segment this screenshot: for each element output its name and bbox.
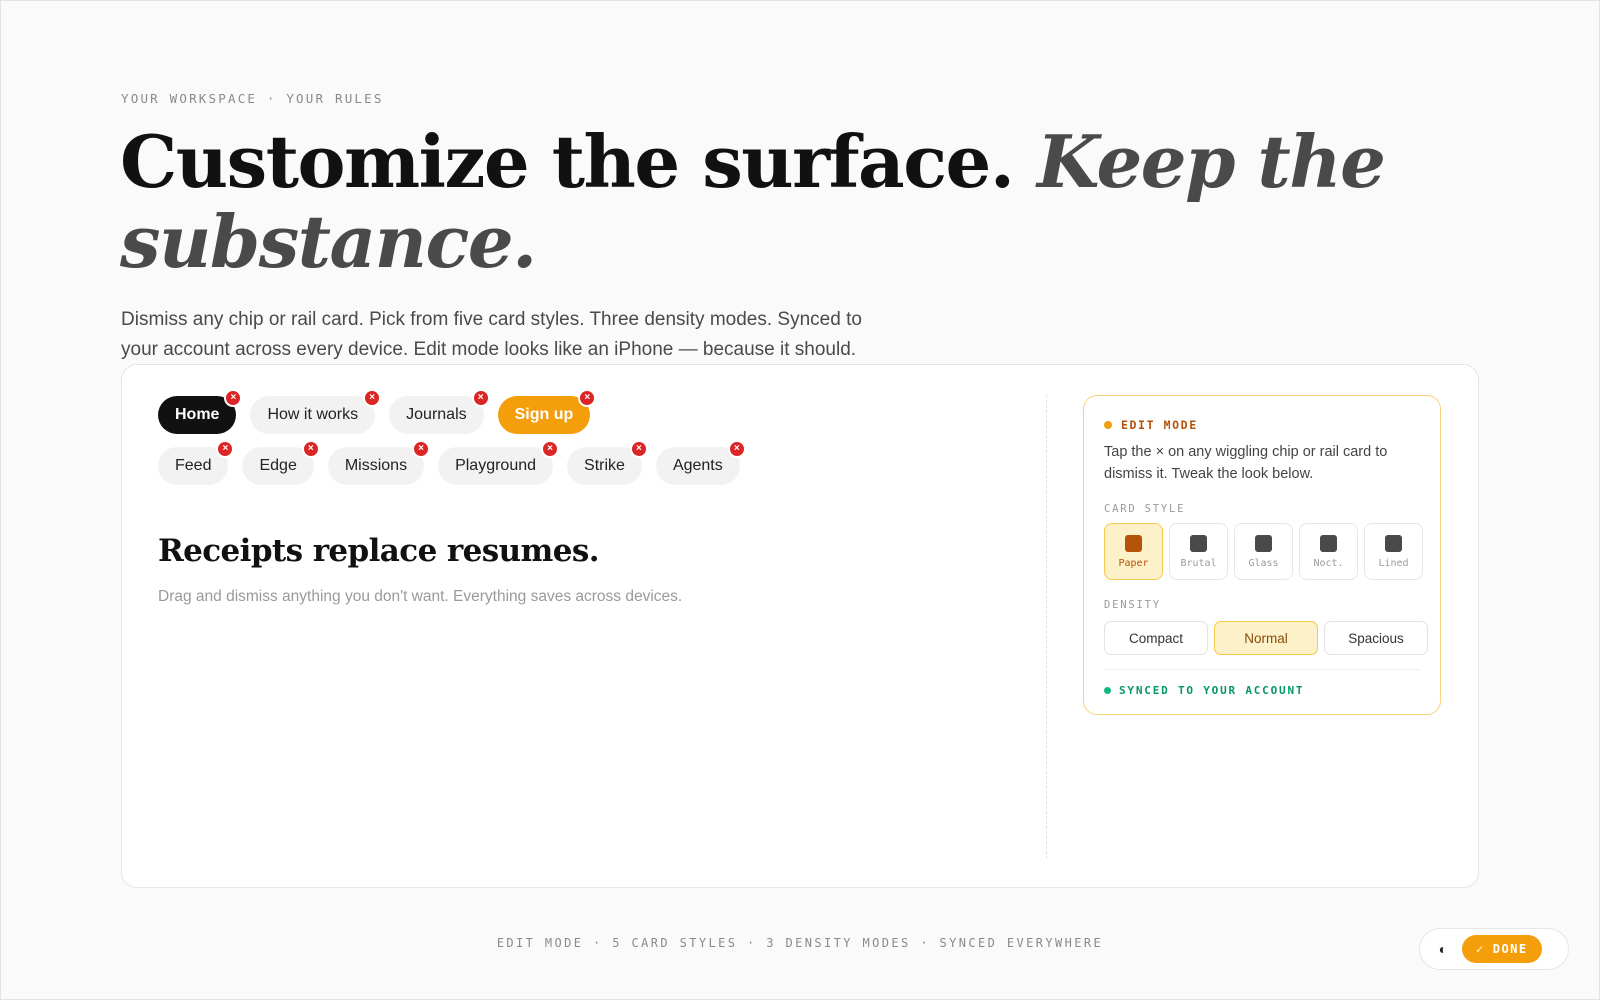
sync-status: SYNCED TO YOUR ACCOUNT bbox=[1104, 684, 1304, 697]
theme-toggle-icon[interactable]: ◐ bbox=[1436, 941, 1450, 957]
headline-plain: Customize the surface. bbox=[120, 119, 1037, 204]
edit-mode-description: Tap the × on any wiggling chip or rail c… bbox=[1104, 444, 1388, 482]
chip-how-it-works[interactable]: How it works × bbox=[250, 389, 382, 434]
dismiss-icon[interactable]: × bbox=[301, 440, 320, 458]
chip-label: Strike bbox=[584, 457, 625, 474]
chip-missions[interactable]: Missions × bbox=[327, 440, 431, 485]
hero-lede: Dismiss any chip or rail card. Pick from… bbox=[121, 309, 862, 360]
status-dot-icon bbox=[1104, 421, 1112, 429]
chip-label: Missions bbox=[344, 457, 408, 474]
dismiss-icon[interactable]: × bbox=[727, 440, 746, 458]
chip-label: How it works bbox=[267, 406, 359, 423]
card-style-name: Noct. bbox=[1313, 558, 1344, 569]
card-style-options: Paper Brutal Glass Noct. Lined bbox=[1104, 523, 1423, 580]
edit-mode-header: EDIT MODE bbox=[1104, 418, 1198, 432]
swatch-icon bbox=[1385, 535, 1402, 552]
edit-mode-title: EDIT MODE bbox=[1121, 418, 1198, 432]
dismiss-icon[interactable]: × bbox=[578, 389, 597, 407]
chip-agents[interactable]: Agents × bbox=[655, 440, 746, 485]
card-style-name: Lined bbox=[1378, 558, 1409, 569]
card-style-label: CARD STYLE bbox=[1104, 503, 1186, 515]
content-subtitle: Drag and dismiss anything you don't want… bbox=[158, 588, 683, 605]
card-style-brutal[interactable]: Brutal bbox=[1169, 523, 1228, 580]
chip-label: Edge bbox=[259, 457, 297, 474]
chip-label: Agents bbox=[672, 457, 723, 474]
density-normal-button[interactable]: Normal bbox=[1214, 621, 1318, 655]
hero-eyebrow: YOUR WORKSPACE · YOUR RULES bbox=[121, 91, 384, 106]
chip-label: Home bbox=[175, 406, 220, 423]
swatch-icon bbox=[1190, 535, 1207, 552]
done-button[interactable]: ✓ DONE bbox=[1462, 935, 1542, 963]
dismiss-icon[interactable]: × bbox=[224, 389, 243, 407]
content-title: Receipts replace resumes. bbox=[158, 533, 600, 569]
swatch-icon bbox=[1255, 535, 1272, 552]
chip-playground[interactable]: Playground × bbox=[438, 440, 560, 485]
panel-separator bbox=[1104, 669, 1420, 670]
workspace-preview: Home × How it works × Journals × Sign up… bbox=[121, 364, 1479, 888]
sync-dot-icon bbox=[1104, 687, 1111, 694]
card-style-name: Glass bbox=[1248, 558, 1279, 569]
card-style-lined[interactable]: Lined bbox=[1364, 523, 1423, 580]
footer-tagline: EDIT MODE · 5 CARD STYLES · 3 DENSITY MO… bbox=[496, 936, 1104, 950]
density-label: DENSITY bbox=[1104, 599, 1161, 611]
chip-edge[interactable]: Edge × bbox=[242, 440, 320, 485]
chip-label: Feed bbox=[175, 457, 212, 474]
panel-divider bbox=[1046, 395, 1047, 859]
density-options: Compact Normal Spacious bbox=[1104, 621, 1428, 655]
dismiss-icon[interactable]: × bbox=[216, 440, 235, 458]
card-style-noct[interactable]: Noct. bbox=[1299, 523, 1358, 580]
chip-label: Playground bbox=[455, 457, 537, 474]
hero-headline: Customize the surface. Keep the substanc… bbox=[120, 122, 1520, 282]
chip-feed[interactable]: Feed × bbox=[158, 440, 235, 485]
check-icon: ✓ bbox=[1476, 942, 1485, 956]
card-style-glass[interactable]: Glass bbox=[1234, 523, 1293, 580]
floating-toolbar: ◐ ✓ DONE bbox=[1419, 928, 1569, 970]
chip-row-primary: Home × How it works × Journals × Sign up… bbox=[158, 389, 597, 434]
swatch-icon bbox=[1125, 535, 1142, 552]
dismiss-icon[interactable]: × bbox=[363, 389, 382, 407]
dismiss-icon[interactable]: × bbox=[471, 389, 490, 407]
card-style-name: Paper bbox=[1118, 558, 1149, 569]
dismiss-icon[interactable]: × bbox=[412, 440, 431, 458]
density-spacious-button[interactable]: Spacious bbox=[1324, 621, 1428, 655]
chip-strike[interactable]: Strike × bbox=[567, 440, 648, 485]
dismiss-icon[interactable]: × bbox=[541, 440, 560, 458]
done-label: DONE bbox=[1492, 942, 1528, 956]
card-style-paper[interactable]: Paper bbox=[1104, 523, 1163, 580]
chip-label: Sign up bbox=[514, 406, 574, 423]
swatch-icon bbox=[1320, 535, 1337, 552]
density-compact-button[interactable]: Compact bbox=[1104, 621, 1208, 655]
chip-home[interactable]: Home × bbox=[158, 389, 243, 434]
chip-label: Journals bbox=[406, 406, 467, 423]
sync-status-text: SYNCED TO YOUR ACCOUNT bbox=[1119, 684, 1305, 697]
dismiss-icon[interactable]: × bbox=[629, 440, 648, 458]
chip-row-secondary: Feed × Edge × Missions × Playground × St… bbox=[158, 440, 746, 485]
card-style-name: Brutal bbox=[1180, 558, 1217, 569]
edit-mode-panel: EDIT MODE Tap the × on any wiggling chip… bbox=[1083, 395, 1441, 715]
chip-sign-up[interactable]: Sign up × bbox=[497, 389, 597, 434]
chip-journals[interactable]: Journals × bbox=[389, 389, 490, 434]
